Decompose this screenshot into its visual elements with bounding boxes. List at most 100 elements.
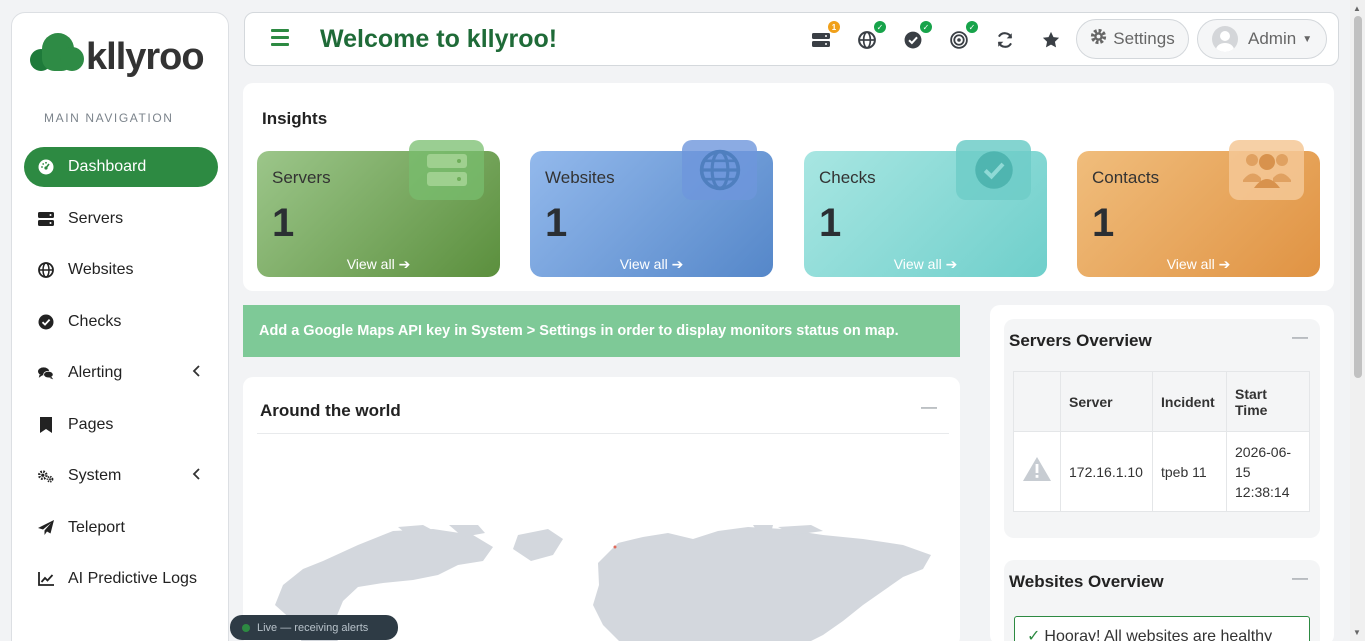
bookmark-icon (38, 416, 54, 433)
server-icon (38, 211, 54, 227)
start-time-cell: 2026-06-15 12:38:14 (1226, 431, 1310, 512)
view-all-label: View all (1166, 256, 1215, 272)
user-menu-button[interactable]: Admin ▼ (1197, 19, 1327, 59)
view-all-link[interactable]: View all ➔ (530, 256, 773, 273)
contacts-card[interactable]: Contacts 1 View all ➔ (1077, 140, 1320, 277)
gauge-icon (38, 159, 54, 175)
sidebar-item-label: Checks (68, 312, 122, 330)
arrow-circle-right-icon: ➔ (398, 256, 411, 272)
websites-status-icon[interactable]: ✓ (856, 21, 886, 51)
scrollbar-thumb[interactable] (1354, 16, 1362, 378)
hamburger-menu-icon[interactable] (271, 29, 289, 46)
warning-badge: 1 (828, 21, 840, 33)
globe-tile-icon (682, 140, 757, 200)
servers-overview-panel: Servers Overview — Server Incident Start… (1004, 319, 1320, 538)
table-header: Server (1060, 371, 1153, 432)
caret-down-icon: ▼ (1302, 33, 1313, 45)
scroll-down-icon[interactable]: ▼ (1353, 628, 1361, 637)
table-header: Incident (1152, 371, 1227, 432)
servers-status-icon[interactable]: 1 (810, 21, 840, 51)
websites-overview-panel: Websites Overview — ✓ Hooray! All website… (1004, 560, 1320, 641)
sidebar-item-label: Teleport (68, 518, 125, 536)
sidebar-item-websites[interactable]: Websites (24, 250, 218, 290)
sidebar-item-pages[interactable]: Pages (24, 405, 218, 445)
card-count: 1 (819, 201, 842, 245)
brand-logo[interactable]: kllyroo (30, 27, 220, 87)
chevron-left-icon (192, 467, 200, 485)
chevron-left-icon (192, 364, 200, 382)
sidebar-item-label: Dashboard (68, 158, 147, 175)
sidebar-item-label: Websites (68, 261, 134, 278)
settings-button[interactable]: Settings (1076, 19, 1189, 59)
google-maps-api-alert: Add a Google Maps API key in System > Se… (243, 305, 960, 357)
live-status-pill[interactable]: Live — receiving alerts (230, 615, 398, 640)
sidebar-item-ai-predictive-logs[interactable]: AI Predictive Logs (24, 559, 218, 599)
table-header-icon (1013, 371, 1061, 432)
card-label: Servers (272, 168, 331, 187)
chart-line-icon (38, 571, 54, 587)
websites-card[interactable]: Websites 1 View all ➔ (530, 140, 773, 277)
divider (257, 433, 949, 434)
collapse-icon[interactable]: — (1292, 570, 1308, 588)
card-count: 1 (1092, 201, 1115, 245)
nav-header: MAIN NAVIGATION (44, 111, 174, 125)
refresh-icon[interactable] (994, 29, 1016, 51)
cogs-icon (38, 468, 54, 484)
sidebar-item-alerting[interactable]: Alerting (24, 353, 218, 393)
ok-badge: ✓ (920, 21, 932, 33)
paper-plane-icon (38, 519, 54, 536)
sidebar-item-dashboard[interactable]: Dashboard (24, 147, 218, 187)
users-tile-icon (1229, 140, 1304, 200)
status-dot-icon (242, 623, 250, 632)
checks-card[interactable]: Checks 1 View all ➔ (804, 140, 1047, 277)
sidebar-item-label: Pages (68, 415, 114, 433)
incident-cell: tpeb 11 (1152, 431, 1227, 512)
scroll-up-icon[interactable]: ▲ (1353, 4, 1361, 13)
view-all-link[interactable]: View all ➔ (257, 256, 500, 273)
table-header: Start Time (1226, 371, 1310, 432)
sidebar-item-teleport[interactable]: Teleport (24, 508, 218, 548)
card-label: Checks (819, 168, 876, 187)
avatar (1212, 26, 1238, 52)
sidebar-item-system[interactable]: System (24, 456, 218, 496)
view-all-label: View all (893, 256, 942, 272)
page-scrollbar[interactable]: ▲ ▼ (1350, 0, 1365, 641)
view-all-link[interactable]: View all ➔ (804, 256, 1047, 273)
main-navigation: Dashboard Servers Websites Checks Alerti… (24, 147, 218, 611)
star-icon[interactable] (1040, 29, 1062, 51)
servers-card[interactable]: Servers 1 View all ➔ (257, 140, 500, 277)
servers-incidents-table: Server Incident Start Time 172.16.1.10 t… (1013, 371, 1310, 512)
insights-title: Insights (262, 109, 328, 128)
card-label: Websites (545, 168, 615, 187)
panel-title: Servers Overview (1009, 331, 1152, 350)
check-icon: ✓ (1027, 628, 1041, 641)
collapse-icon[interactable]: — (1292, 329, 1308, 347)
view-all-label: View all (619, 256, 668, 272)
card-count: 1 (272, 201, 295, 245)
arrow-circle-right-icon: ➔ (671, 256, 684, 272)
table-row[interactable]: 172.16.1.10 tpeb 11 2026-06-15 12:38:14 (1013, 431, 1310, 512)
warning-icon (1013, 431, 1061, 512)
insights-panel: Insights Servers 1 View all ➔ Websites 1… (243, 83, 1334, 291)
target-status-icon[interactable]: ✓ (948, 21, 978, 51)
card-count: 1 (545, 201, 568, 245)
view-all-link[interactable]: View all ➔ (1077, 256, 1320, 273)
sidebar-item-label: AI Predictive Logs (68, 570, 197, 587)
collapse-icon[interactable]: — (921, 399, 937, 417)
live-status-text: Live — receiving alerts (257, 621, 369, 634)
ok-badge: ✓ (966, 21, 978, 33)
check-circle-icon (38, 314, 54, 330)
arrow-circle-right-icon: ➔ (945, 256, 958, 272)
arrow-circle-right-icon: ➔ (1218, 256, 1231, 272)
globe-icon (38, 262, 54, 278)
checks-status-icon[interactable]: ✓ (902, 21, 932, 51)
brand-name: kllyroo (86, 35, 205, 78)
view-all-label: View all (346, 256, 395, 272)
sidebar-item-servers[interactable]: Servers (24, 199, 218, 239)
logo-mark-icon (30, 33, 86, 81)
ok-badge: ✓ (874, 21, 886, 33)
gear-icon (1090, 28, 1107, 50)
sidebar-item-label: Servers (68, 209, 124, 227)
card-label: Contacts (1092, 168, 1160, 187)
sidebar-item-checks[interactable]: Checks (24, 302, 218, 342)
